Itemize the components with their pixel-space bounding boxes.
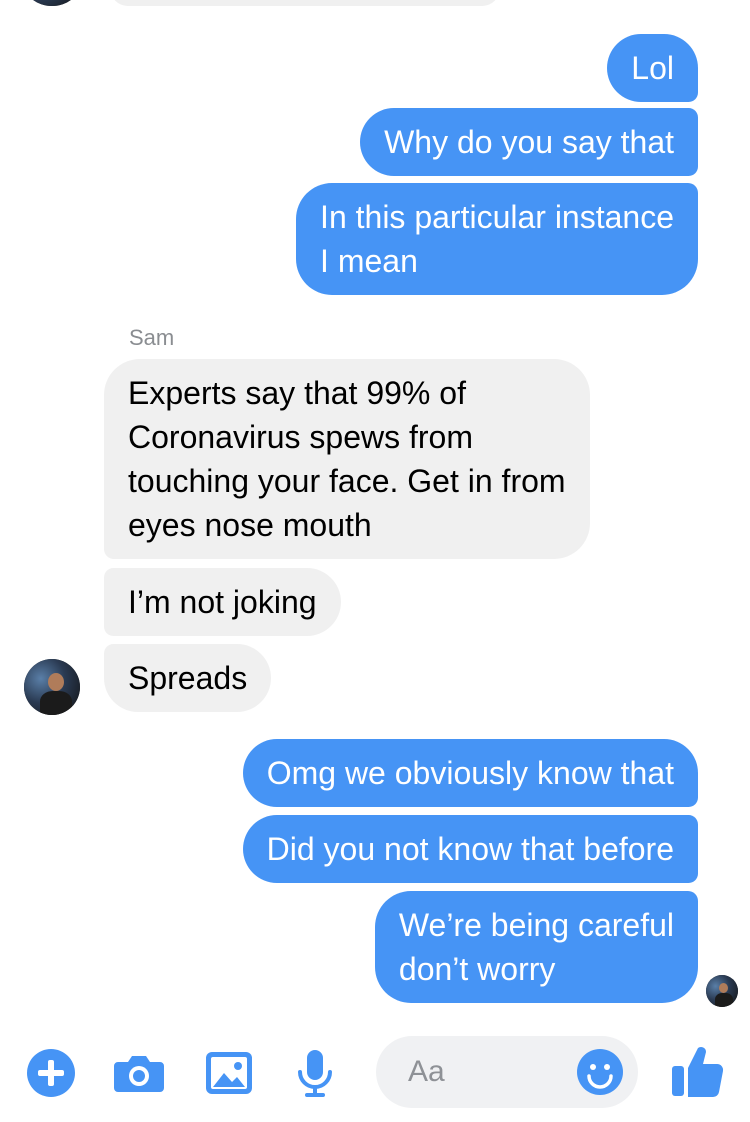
plus-icon[interactable]	[24, 1046, 78, 1100]
message-bubble-outgoing[interactable]: Did you not know that before	[242, 815, 698, 883]
message-bubble-outgoing[interactable]: In this particular instance I mean	[296, 183, 698, 295]
camera-icon[interactable]	[112, 1046, 166, 1100]
read-receipt-avatar	[706, 975, 738, 1007]
message-bubble-outgoing[interactable]: We’re being careful don’t worry	[374, 891, 698, 1003]
message-input[interactable]: Aa	[376, 1036, 638, 1108]
emoji-icon[interactable]	[576, 1048, 624, 1096]
message-bubble-outgoing[interactable]: Omg we obviously know that	[242, 739, 698, 807]
message-bubble-incoming[interactable]: Spreads	[104, 644, 272, 712]
message-bubble-outgoing[interactable]: Lol	[607, 34, 698, 102]
thumbs-up-icon[interactable]	[670, 1040, 726, 1100]
message-bubble-outgoing[interactable]: Why do you say that	[360, 108, 698, 176]
previous-message-bubble	[110, 0, 500, 6]
microphone-icon[interactable]	[288, 1046, 342, 1100]
sender-name: Sam	[129, 325, 175, 350]
message-bubble-incoming[interactable]: Experts say that 99% of Coronavirus spew…	[104, 359, 590, 559]
message-input-placeholder: Aa	[408, 1055, 445, 1088]
previous-sender-avatar	[24, 0, 80, 6]
sender-avatar[interactable]	[24, 659, 80, 715]
image-icon[interactable]	[202, 1046, 256, 1100]
message-bubble-incoming[interactable]: I’m not joking	[104, 568, 341, 636]
